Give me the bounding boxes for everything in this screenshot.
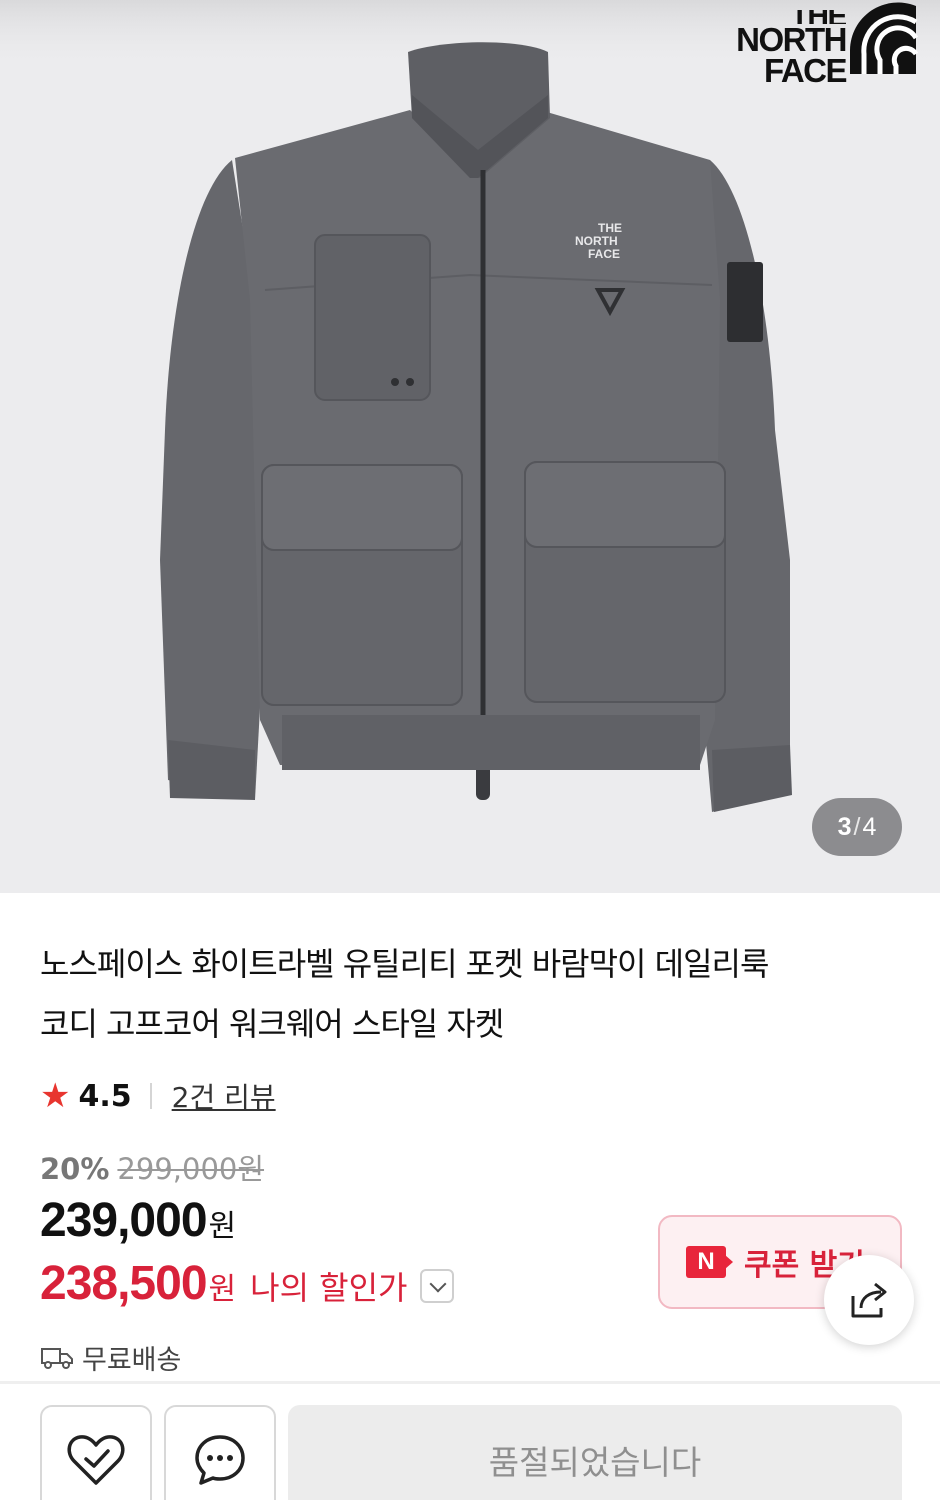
- discount-percent: 20%: [40, 1152, 110, 1186]
- section-divider: [0, 1381, 940, 1384]
- shipping-label: 무료배송: [82, 1345, 182, 1376]
- sale-price-amount: 239,000: [40, 1194, 208, 1247]
- svg-text:NORTH: NORTH: [575, 234, 618, 248]
- my-price-label: 나의 할인가: [250, 1269, 408, 1307]
- image-page-total: 4: [862, 812, 877, 841]
- share-button[interactable]: [824, 1255, 914, 1345]
- product-image-carousel[interactable]: THE NORTH FACE THE NORTH FACE 3 / 4: [0, 0, 940, 893]
- svg-text:THE: THE: [598, 221, 622, 235]
- truck-icon: [41, 1347, 73, 1369]
- image-page-current: 3: [837, 812, 852, 841]
- soldout-label: 품절되었습니다: [488, 1443, 702, 1482]
- rating-score: 4.5: [78, 1078, 132, 1114]
- product-title-line2: 코디 고프코어 워크웨어 스타일 자켓: [40, 1005, 504, 1043]
- sale-price: 239,000 원: [40, 1193, 236, 1248]
- wishlist-button[interactable]: [40, 1405, 152, 1500]
- discount-row: 20% 299,000원: [40, 1146, 264, 1188]
- logo-text-face: FACE: [763, 52, 848, 89]
- chevron-down-icon[interactable]: [419, 1269, 454, 1303]
- review-count-link[interactable]: 2건 리뷰: [172, 1076, 276, 1116]
- shipping-info: 무료배송: [40, 1338, 181, 1377]
- original-price: 299,000원: [117, 1152, 265, 1186]
- rating-divider: [149, 1083, 152, 1109]
- product-title-line1: 노스페이스 화이트라벨 유틸리티 포켓 바람막이 데일리룩: [40, 945, 769, 983]
- soldout-button: 품절되었습니다: [288, 1405, 902, 1500]
- brand-logo: THE NORTH FACE: [718, 0, 918, 87]
- rating-summary: ★ 4.5 2건 리뷰: [40, 1074, 276, 1118]
- svg-text:FACE: FACE: [588, 247, 620, 261]
- north-face-half-dome-icon: [850, 2, 918, 75]
- logo-text-north: NORTH: [736, 21, 847, 58]
- my-discount-price[interactable]: 238,500 원 나의 할인가: [40, 1256, 454, 1311]
- chat-inquiry-button[interactable]: [164, 1405, 276, 1500]
- image-page-separator: /: [853, 812, 861, 841]
- product-photo-jacket: THE NORTH FACE: [0, 0, 940, 812]
- chat-bubble-icon: [195, 1435, 245, 1485]
- star-icon: ★: [40, 1076, 71, 1116]
- image-page-indicator: 3 / 4: [812, 798, 902, 856]
- heart-check-icon: [67, 1435, 125, 1485]
- naver-n-badge-icon: N: [686, 1246, 733, 1278]
- sale-price-unit: 원: [208, 1209, 237, 1244]
- share-icon: [851, 1282, 887, 1318]
- product-title: 노스페이스 화이트라벨 유틸리티 포켓 바람막이 데일리룩 코디 고프코어 워크…: [40, 934, 910, 1054]
- my-price-amount: 238,500: [40, 1257, 208, 1310]
- my-price-unit: 원: [208, 1272, 237, 1307]
